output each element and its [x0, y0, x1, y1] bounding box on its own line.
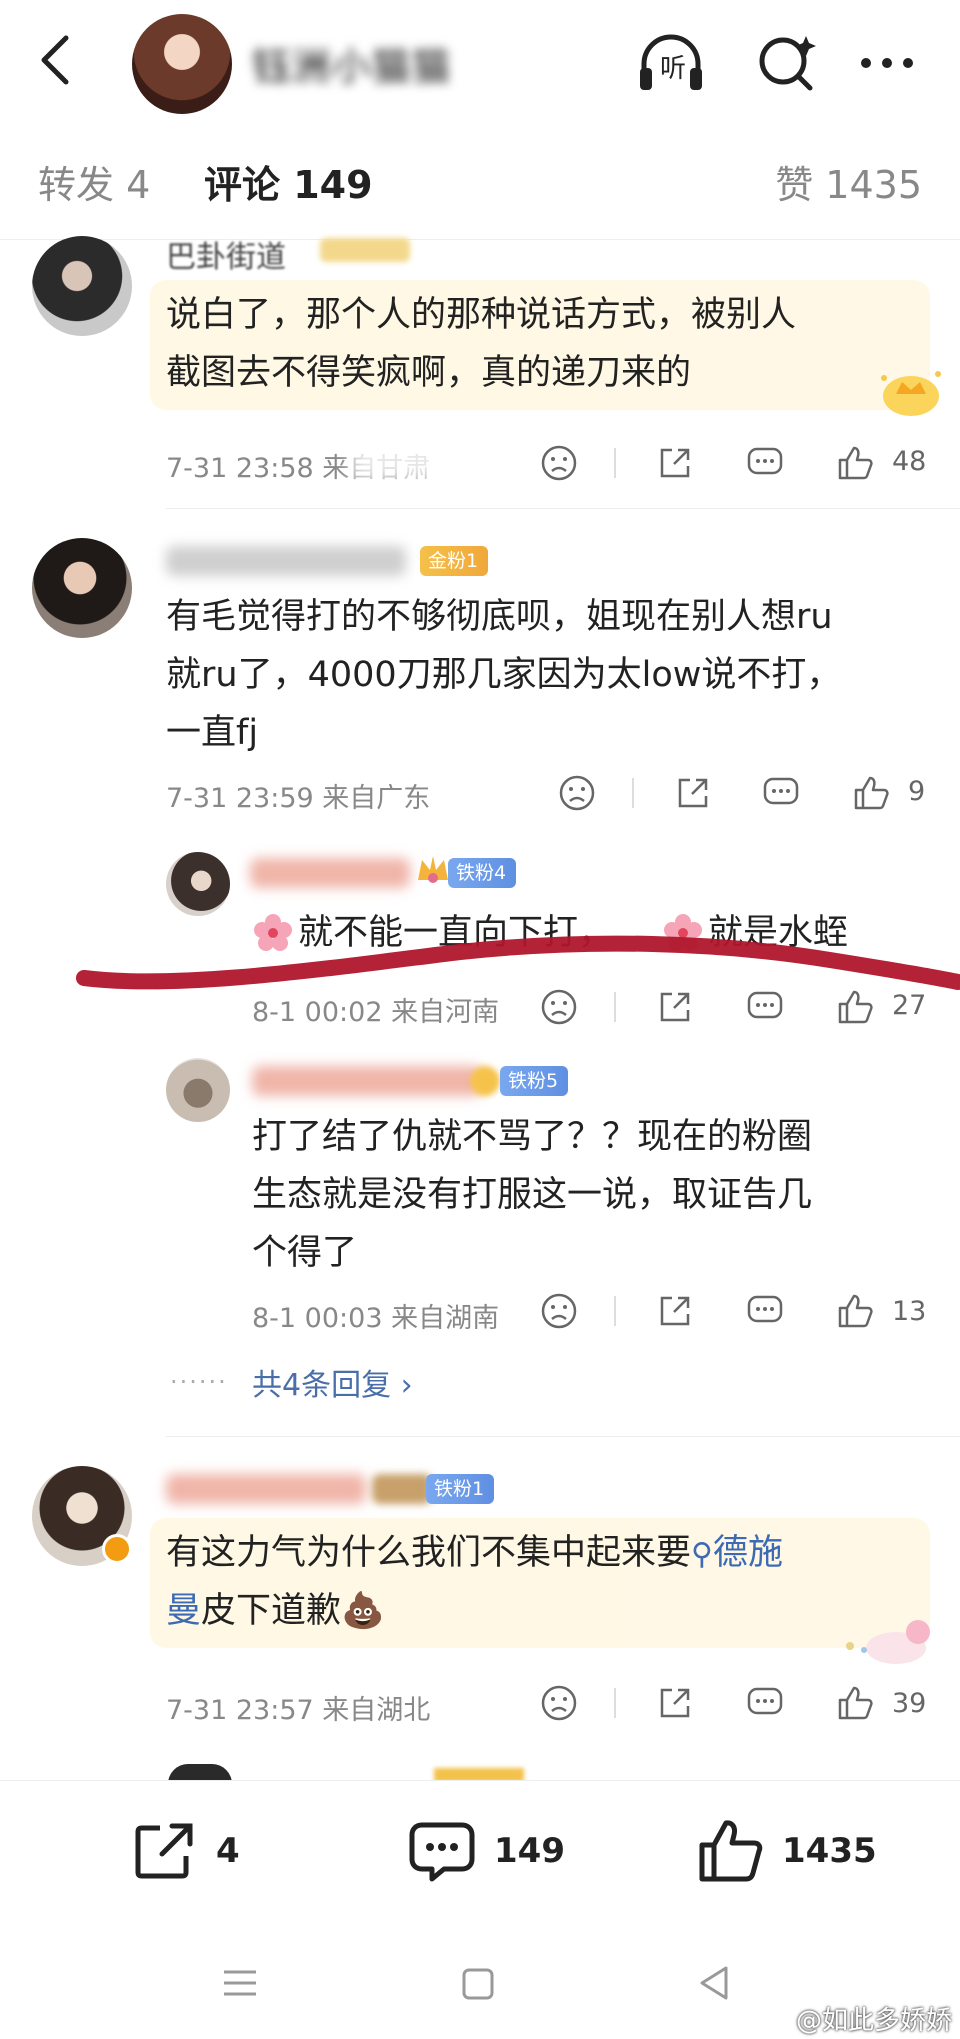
- comment-username-redacted[interactable]: [166, 1474, 366, 1504]
- comment-text-line: 曼皮下道歉💩: [166, 1582, 385, 1640]
- tab-like[interactable]: 赞 1435: [775, 154, 922, 209]
- like-count: 48: [892, 446, 927, 477]
- repost-action[interactable]: 4: [132, 1821, 240, 1881]
- comment-text-line: 一直fj: [166, 713, 259, 753]
- comment-action[interactable]: 149: [408, 1821, 565, 1882]
- comment-bubble-icon[interactable]: [746, 444, 784, 482]
- comment-count: 149: [494, 1831, 565, 1871]
- like-thumb-icon[interactable]: [852, 774, 890, 812]
- home-square-icon[interactable]: [460, 1966, 496, 2002]
- comment-bubble-icon[interactable]: [746, 1292, 784, 1330]
- red-marker-scribble: [76, 935, 960, 990]
- like-count: 39: [892, 1688, 927, 1719]
- crown-icon: [418, 856, 448, 883]
- comment-time-location: 7-31 23:57 来自湖北: [166, 1695, 431, 1726]
- reply-text-line: 个得了: [252, 1233, 358, 1273]
- tab-bar: 转发 4 评论 149 赞 1435: [0, 120, 960, 240]
- like-thumb-icon[interactable]: [836, 1292, 874, 1330]
- divider: [614, 448, 616, 478]
- gold-crown-icon: [881, 371, 941, 416]
- reply-text-line: 打了结了仇就不骂了？？现在的粉圈: [252, 1117, 813, 1157]
- bottom-action-bar: 4 149 1435: [0, 1780, 960, 1920]
- header-username[interactable]: 钰洲小猫猫: [252, 36, 452, 91]
- like-count: 9: [908, 776, 926, 807]
- topic-search-icon[interactable]: ⚲: [691, 1537, 713, 1572]
- repost-icon[interactable]: [674, 774, 712, 812]
- repost-icon[interactable]: [656, 1292, 694, 1330]
- comment-text-line: 有这力气为什么我们不集中起来要⚲德施: [166, 1524, 783, 1584]
- dislike-face-icon[interactable]: [540, 1684, 578, 1722]
- like-thumb-icon[interactable]: [836, 1684, 874, 1722]
- weibo-comment-page: 钰洲小猫猫 听 转发 4 评论 149 赞 1435 巴卦街道 说白了，那个人的…: [0, 0, 960, 2039]
- repost-count: 4: [216, 1831, 240, 1871]
- divider: [632, 778, 634, 808]
- search-sparkle-icon[interactable]: [752, 28, 822, 98]
- divider: [614, 1688, 616, 1718]
- back-arrow-icon[interactable]: [30, 30, 80, 90]
- badge-blur: [470, 1066, 500, 1096]
- like-thumb-icon[interactable]: [836, 444, 874, 482]
- badge-blur: [372, 1474, 432, 1504]
- reply-username-redacted[interactable]: [252, 1066, 482, 1096]
- repost-icon[interactable]: [656, 1684, 694, 1722]
- comment-text-line: 有毛觉得打的不够彻底呗，姐现在别人想ru: [166, 597, 833, 637]
- user-badge: [320, 238, 410, 262]
- reply-username-redacted[interactable]: [250, 858, 410, 888]
- avatar[interactable]: [32, 236, 132, 336]
- tab-comment[interactable]: 评论 149: [204, 154, 373, 209]
- redaction-smudge: [350, 438, 500, 482]
- listen-label: 听: [660, 54, 687, 84]
- dislike-face-icon[interactable]: [540, 1292, 578, 1330]
- comment-username[interactable]: 巴卦街道: [166, 232, 286, 276]
- back-triangle-icon[interactable]: [696, 1964, 732, 2002]
- dislike-face-icon[interactable]: [540, 444, 578, 482]
- avatar[interactable]: [32, 538, 132, 638]
- comment-divider: [166, 508, 960, 509]
- comment-bubble-icon[interactable]: [746, 1684, 784, 1722]
- reply-thread-dots: ······: [170, 1368, 228, 1396]
- verified-badge-icon: [102, 1534, 132, 1564]
- reply-time-location: 8-1 00:03 来自湖南: [252, 1303, 500, 1334]
- like-count: 1435: [782, 1831, 877, 1871]
- topic-link[interactable]: 曼: [166, 1591, 201, 1631]
- dislike-face-icon[interactable]: [558, 774, 596, 812]
- like-action[interactable]: 1435: [696, 1820, 877, 1882]
- repost-icon: [135, 1823, 193, 1879]
- menu-icon[interactable]: [220, 1966, 260, 2000]
- avatar[interactable]: [166, 1058, 230, 1122]
- comment-text: 有这力气为什么我们不集中起来要: [166, 1533, 692, 1573]
- top-bar: 钰洲小猫猫 听: [0, 0, 960, 120]
- tab-repost[interactable]: 转发 4: [38, 154, 150, 209]
- comment-text: 皮下道歉: [201, 1591, 342, 1631]
- like-thumb-icon: [699, 1820, 763, 1882]
- comment-text-line: 就ru了，4000刀那几家因为太low说不打，: [166, 655, 842, 695]
- divider: [614, 1296, 616, 1326]
- comment-text-line: 截图去不得笑疯啊，真的递刀来的: [166, 353, 692, 393]
- comment-text-line: 说白了，那个人的那种说话方式，被别人: [166, 295, 797, 335]
- reply-text-line: 生态就是没有打服这一说，取证告几: [252, 1175, 813, 1215]
- header-avatar[interactable]: [132, 14, 232, 114]
- fan-badge: 铁粉4: [448, 858, 517, 888]
- more-replies-link[interactable]: 共4条回复 ›: [252, 1360, 413, 1404]
- cloud-bunny-icon: [846, 1620, 930, 1664]
- fan-badge: 金粉1: [420, 546, 489, 576]
- fan-badge: 铁粉1: [426, 1474, 495, 1504]
- comment-username-redacted[interactable]: [166, 546, 406, 576]
- topic-link[interactable]: 德施: [713, 1533, 783, 1573]
- comment-divider: [166, 1436, 960, 1437]
- repost-icon[interactable]: [656, 444, 694, 482]
- watermark: @如此多娇娇: [795, 2006, 952, 2036]
- like-count: 13: [892, 1296, 927, 1327]
- fan-badge: 铁粉5: [500, 1066, 569, 1096]
- poop-emoji-icon: 💩: [341, 1591, 385, 1631]
- more-options-icon[interactable]: [852, 28, 922, 98]
- comment-bubble-icon: [409, 1822, 475, 1882]
- comment-bubble-icon[interactable]: [762, 774, 800, 812]
- comment-time-location: 7-31 23:59 来自广东: [166, 783, 431, 814]
